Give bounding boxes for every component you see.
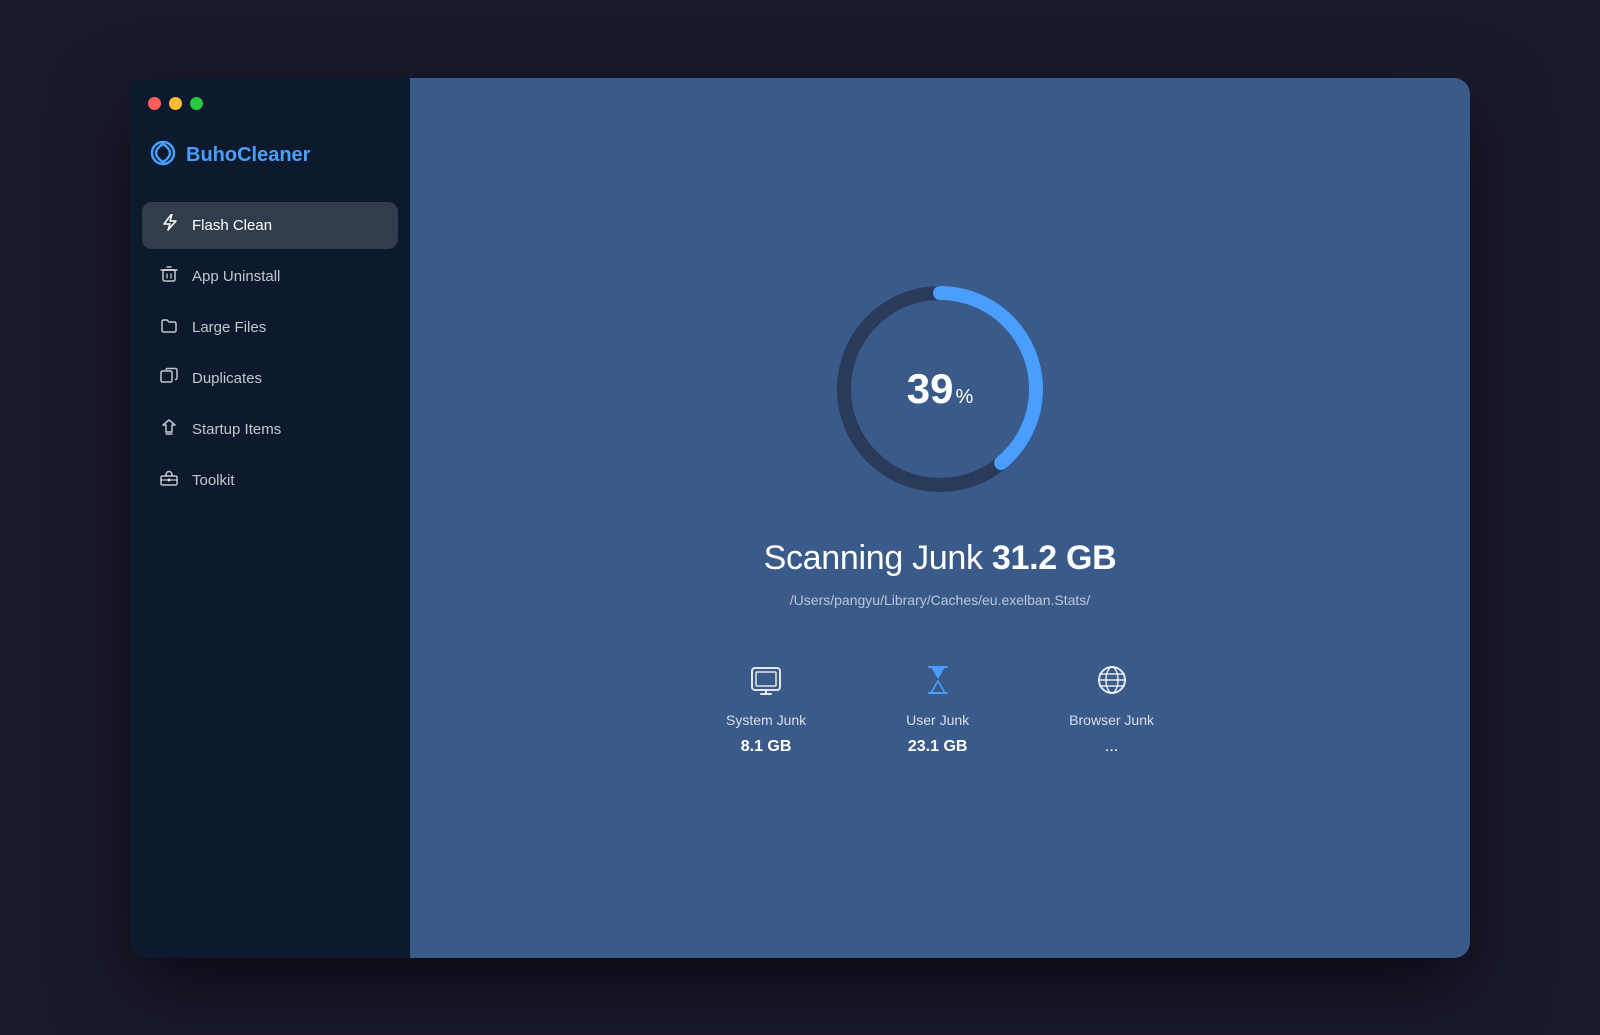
browser-junk-value: ... — [1105, 738, 1118, 756]
maximize-button[interactable] — [190, 97, 203, 110]
duplicates-label: Duplicates — [192, 370, 262, 387]
sidebar-item-flash-clean[interactable]: Flash Clean — [142, 202, 398, 249]
toolkit-icon — [158, 469, 180, 492]
user-junk-icon — [916, 658, 960, 702]
system-junk-icon — [744, 658, 788, 702]
scanning-title: Scanning Junk 31.2 GB — [764, 539, 1117, 578]
app-uninstall-icon — [158, 265, 180, 288]
scanning-size: 31.2 GB — [992, 539, 1117, 577]
logo-icon — [150, 140, 176, 172]
titlebar — [130, 78, 410, 130]
startup-items-label: Startup Items — [192, 421, 281, 438]
stat-system-junk: System Junk 8.1 GB — [726, 658, 806, 756]
flash-clean-icon — [158, 214, 180, 237]
large-files-icon — [158, 316, 180, 339]
app-window: BuhoCleaner Flash Clean — [130, 78, 1470, 958]
main-content: 39% Scanning Junk 31.2 GB /Users/pangyu/… — [410, 78, 1470, 958]
scanning-path: /Users/pangyu/Library/Caches/eu.exelban.… — [790, 592, 1090, 608]
sidebar-item-duplicates[interactable]: Duplicates — [142, 355, 398, 402]
sidebar-item-app-uninstall[interactable]: App Uninstall — [142, 253, 398, 300]
stats-row: System Junk 8.1 GB User Junk 23.1 GB — [726, 658, 1154, 756]
logo-text: BuhoCleaner — [186, 144, 310, 167]
sidebar-item-toolkit[interactable]: Toolkit — [142, 457, 398, 504]
user-junk-value: 23.1 GB — [908, 738, 968, 756]
duplicates-icon — [158, 367, 180, 390]
close-button[interactable] — [148, 97, 161, 110]
nav-menu: Flash Clean App Uninstall — [130, 202, 410, 504]
system-junk-label: System Junk — [726, 712, 806, 728]
startup-items-icon — [158, 418, 180, 441]
logo-area: BuhoCleaner — [130, 130, 410, 202]
minimize-button[interactable] — [169, 97, 182, 110]
stat-browser-junk: Browser Junk ... — [1069, 658, 1154, 756]
progress-suffix: % — [955, 386, 973, 409]
sidebar-item-startup-items[interactable]: Startup Items — [142, 406, 398, 453]
browser-junk-label: Browser Junk — [1069, 712, 1154, 728]
progress-value: 39% — [907, 365, 974, 413]
flash-clean-label: Flash Clean — [192, 217, 272, 234]
toolkit-label: Toolkit — [192, 472, 235, 489]
progress-ring-container: 39% — [830, 279, 1050, 499]
progress-number: 39 — [907, 365, 954, 413]
sidebar-item-large-files[interactable]: Large Files — [142, 304, 398, 351]
sidebar: BuhoCleaner Flash Clean — [130, 78, 410, 958]
large-files-label: Large Files — [192, 319, 266, 336]
browser-junk-icon — [1090, 658, 1134, 702]
user-junk-label: User Junk — [906, 712, 969, 728]
stat-user-junk: User Junk 23.1 GB — [906, 658, 969, 756]
app-uninstall-label: App Uninstall — [192, 268, 280, 285]
scanning-prefix: Scanning Junk — [764, 539, 992, 577]
system-junk-value: 8.1 GB — [741, 738, 792, 756]
